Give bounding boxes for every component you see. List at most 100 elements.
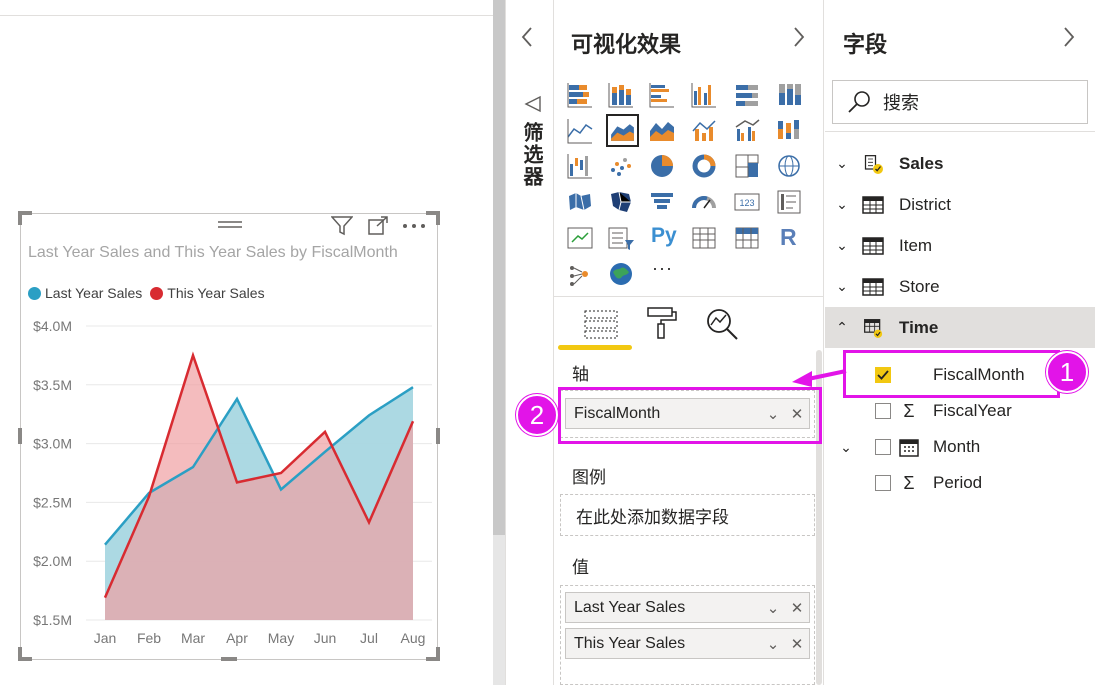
chevron-up-icon[interactable]: ⌃: [831, 319, 853, 336]
x-tick-label: May: [268, 630, 294, 646]
field-fiscalyear[interactable]: Σ FiscalYear: [845, 394, 1012, 428]
legend-dot-last-year: [28, 286, 41, 300]
resize-handle-top-right-v[interactable]: [436, 211, 440, 225]
format-paint-roller-icon[interactable]: [646, 306, 678, 340]
analytics-magnifier-icon[interactable]: [705, 307, 739, 341]
filter-icon[interactable]: [330, 214, 354, 238]
more-visuals-icon[interactable]: ···: [652, 258, 673, 279]
table-visual-icon[interactable]: [690, 224, 718, 252]
line-and-clustered-column-icon[interactable]: [733, 117, 761, 145]
visual-header: [330, 214, 426, 238]
line-and-stacked-column-icon[interactable]: [690, 117, 718, 145]
legend-item-this-year[interactable]: This Year Sales: [150, 285, 265, 301]
ribbon-chart-icon[interactable]: [775, 117, 803, 145]
chevron-down-icon[interactable]: ⌄: [831, 278, 853, 295]
legend-well-drop-zone[interactable]: 在此处添加数据字段: [560, 494, 815, 536]
gauge-chart-icon[interactable]: [690, 188, 718, 216]
legend-item-last-year[interactable]: Last Year Sales: [28, 285, 142, 301]
calculator-table-icon: [864, 154, 883, 174]
chevron-down-icon[interactable]: ⌄: [831, 196, 853, 213]
field-table-store[interactable]: ⌄ Store: [825, 266, 1095, 307]
waterfall-chart-icon[interactable]: [566, 152, 594, 180]
chevron-down-icon[interactable]: ⌄: [831, 237, 853, 254]
donut-chart-icon[interactable]: [690, 152, 718, 180]
area-chart-icon-selected[interactable]: [606, 114, 639, 147]
pie-chart-icon[interactable]: [648, 152, 676, 180]
kpi-icon[interactable]: [566, 224, 594, 252]
table-icon: [862, 277, 884, 296]
chevron-right-icon[interactable]: [1062, 26, 1076, 54]
callout-arrow-icon: [792, 369, 847, 387]
values-well-label: 值: [572, 558, 589, 577]
legend-well-label: 图例: [572, 468, 606, 487]
checkbox[interactable]: [875, 403, 891, 419]
x-tick-label: Mar: [181, 630, 205, 646]
values-field-pill[interactable]: This Year Sales ⌄ ✕: [565, 628, 810, 659]
clustered-bar-chart-icon[interactable]: [648, 81, 676, 109]
stacked-area-chart-icon[interactable]: [648, 117, 676, 145]
slicer-icon[interactable]: [607, 224, 635, 252]
chevron-down-icon[interactable]: ⌄: [831, 155, 853, 172]
stacked-bar-chart-icon[interactable]: [566, 81, 594, 109]
focus-mode-icon[interactable]: [366, 214, 390, 238]
card-icon[interactable]: 123: [733, 188, 761, 216]
100-stacked-bar-chart-icon[interactable]: [733, 81, 761, 109]
filters-pane-label[interactable]: 筛选器: [516, 122, 546, 188]
sigma-icon: Σ: [903, 400, 915, 421]
remove-field-icon[interactable]: ✕: [785, 635, 809, 653]
checkbox[interactable]: [875, 439, 891, 455]
matrix-visual-icon[interactable]: [733, 224, 761, 252]
python-visual-icon[interactable]: Py: [651, 224, 677, 248]
area-chart-plot: $4.0M $3.5M $3.0M $2.5M $2.0M $1.5M Jan Feb Mar A…: [33, 318, 432, 646]
resize-handle-bottom[interactable]: [221, 657, 237, 661]
r-visual-icon[interactable]: R: [780, 224, 797, 251]
checkbox[interactable]: [875, 475, 891, 491]
filter-pane-icon: [524, 94, 544, 119]
line-chart-icon[interactable]: [566, 117, 594, 145]
field-table-item[interactable]: ⌄ Item: [825, 225, 1095, 266]
key-influencers-icon[interactable]: [566, 260, 594, 288]
arcgis-map-icon[interactable]: [607, 260, 635, 288]
drag-grip-icon[interactable]: [218, 220, 242, 230]
resize-handle-top-left-v[interactable]: [18, 211, 22, 225]
field-table-time[interactable]: ⌃ Time: [825, 307, 1095, 348]
treemap-icon[interactable]: [733, 152, 761, 180]
chevron-down-icon[interactable]: ⌄: [761, 635, 785, 653]
scatter-chart-icon[interactable]: [607, 152, 635, 180]
resize-handle-bottom-right-v[interactable]: [436, 647, 440, 661]
chevron-right-icon[interactable]: [792, 26, 806, 54]
field-table-sales[interactable]: ⌄ Sales: [825, 143, 1095, 184]
chevron-down-icon[interactable]: ⌄: [838, 439, 854, 456]
chevron-down-icon[interactable]: ⌄: [761, 599, 785, 617]
table-icon: [862, 236, 884, 255]
stacked-column-chart-icon[interactable]: [607, 81, 635, 109]
legend-label-this-year: This Year Sales: [167, 285, 265, 301]
field-table-district[interactable]: ⌄ District: [825, 184, 1095, 225]
fields-tab-icon[interactable]: [584, 308, 618, 340]
values-field-pill[interactable]: Last Year Sales ⌄ ✕: [565, 592, 810, 623]
funnel-chart-icon[interactable]: [648, 188, 676, 216]
resize-handle-right[interactable]: [436, 428, 440, 444]
chevron-left-icon[interactable]: [520, 26, 534, 54]
table-name-item: Item: [899, 235, 933, 255]
y-tick-label: $3.5M: [33, 377, 72, 393]
fields-pane-title: 字段: [843, 32, 888, 57]
x-tick-label: Feb: [137, 630, 161, 646]
multi-row-card-icon[interactable]: [775, 188, 803, 216]
chart-title: Last Year Sales and This Year Sales by F…: [28, 244, 398, 261]
filled-map-icon[interactable]: [566, 188, 594, 216]
values-field-pill-label: This Year Sales: [574, 634, 686, 652]
remove-field-icon[interactable]: ✕: [785, 599, 809, 617]
fields-search-input[interactable]: 搜索: [832, 80, 1088, 124]
y-tick-label: $2.0M: [33, 553, 72, 569]
legend-label-last-year: Last Year Sales: [45, 285, 143, 301]
more-options-icon[interactable]: [402, 214, 426, 238]
map-icon[interactable]: [775, 152, 803, 180]
shape-map-icon[interactable]: [607, 188, 635, 216]
field-month[interactable]: ⌄ Month: [838, 430, 980, 464]
clustered-column-chart-icon[interactable]: [690, 81, 718, 109]
canvas-scrollbar[interactable]: [493, 0, 505, 535]
100-stacked-column-chart-icon[interactable]: [775, 81, 803, 109]
visualizations-pane-title: 可视化效果: [571, 32, 682, 57]
field-period[interactable]: Σ Period: [845, 466, 982, 500]
